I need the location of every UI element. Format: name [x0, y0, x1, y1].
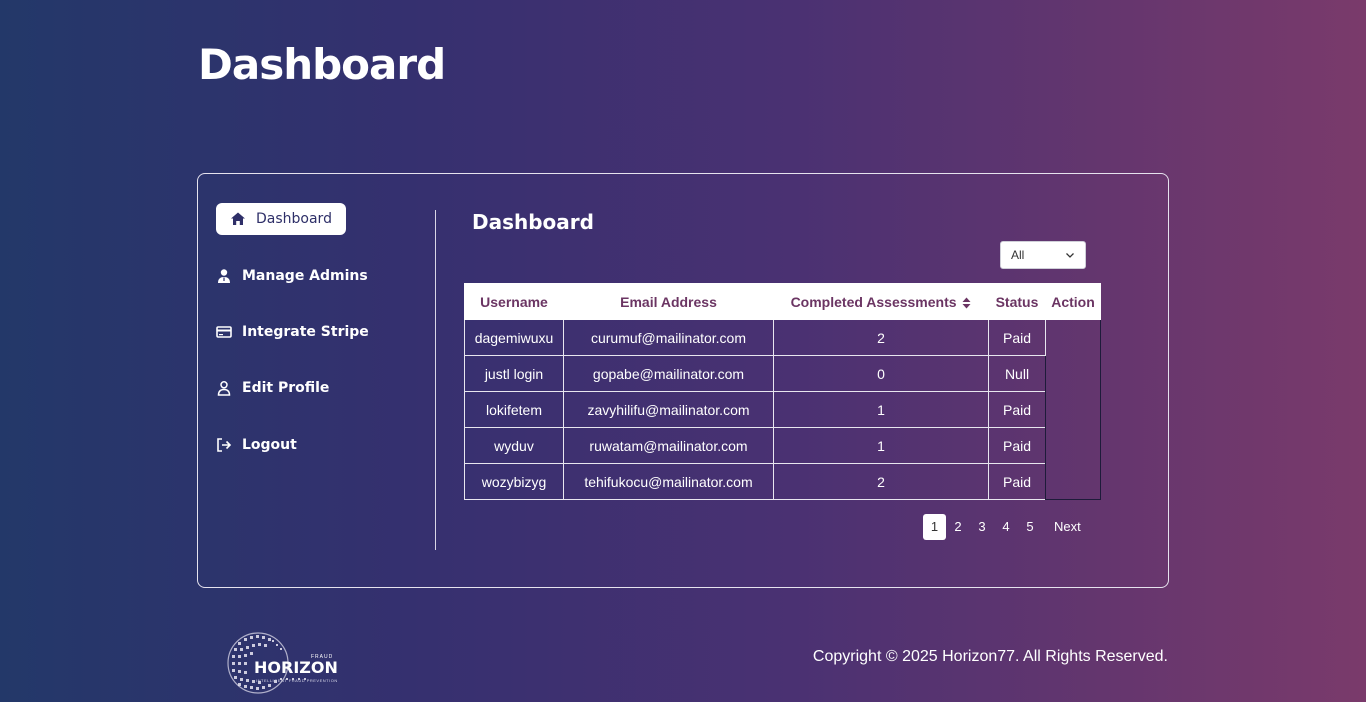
user-icon — [218, 269, 230, 283]
page-button-5[interactable]: 5 — [1018, 514, 1042, 540]
column-header-completed-assessments[interactable]: Completed Assessments — [773, 283, 989, 320]
column-header-email[interactable]: Email Address — [563, 283, 774, 320]
cell-email: tehifukocu@mailinator.com — [563, 463, 774, 500]
cell-username: dagemiwuxu — [464, 319, 564, 356]
logo-tagline: INTELLIGENT FRAUD PREVENTION — [256, 678, 338, 683]
users-table: Username Email Address Completed Assessm… — [464, 283, 1101, 500]
sidebar-item-label: Edit Profile — [242, 380, 330, 396]
action-column-cell — [1045, 319, 1101, 500]
sidebar-divider — [435, 210, 436, 550]
cell-completed: 0 — [773, 355, 989, 392]
sidebar-item-label: Integrate Stripe — [242, 324, 369, 340]
column-header-status[interactable]: Status — [988, 283, 1046, 320]
cell-email: zavyhilifu@mailinator.com — [563, 391, 774, 428]
cell-username: wozybizyg — [464, 463, 564, 500]
cell-status: Paid — [988, 427, 1046, 464]
cell-email: gopabe@mailinator.com — [563, 355, 774, 392]
user-outline-icon — [217, 381, 231, 396]
page-title: Dashboard — [198, 40, 446, 89]
cell-email: curumuf@mailinator.com — [563, 319, 774, 356]
home-icon — [231, 212, 245, 225]
page-button-3[interactable]: 3 — [970, 514, 994, 540]
column-header-username[interactable]: Username — [464, 283, 564, 320]
sidebar-item-dashboard[interactable]: Dashboard — [216, 203, 346, 235]
page-button-4[interactable]: 4 — [994, 514, 1018, 540]
dashboard-panel: Dashboard Manage Admins Integrate Stripe… — [197, 173, 1169, 588]
sidebar-item-integrate-stripe[interactable]: Integrate Stripe — [216, 324, 369, 340]
cell-status: Paid — [988, 391, 1046, 428]
sidebar-item-label: Dashboard — [256, 211, 332, 227]
cell-username: justl login — [464, 355, 564, 392]
sidebar-item-manage-admins[interactable]: Manage Admins — [216, 268, 368, 284]
table-header-row: Username Email Address Completed Assessm… — [464, 283, 1101, 320]
table-row: dagemiwuxu curumuf@mailinator.com 2 Paid — [464, 319, 1101, 500]
page-button-1[interactable]: 1 — [923, 514, 946, 540]
page-button-2[interactable]: 2 — [946, 514, 970, 540]
sidebar-item-label: Logout — [242, 437, 297, 453]
cell-status: Null — [988, 355, 1046, 392]
copyright-text: Copyright © 2025 Horizon77. All Rights R… — [812, 648, 1168, 665]
cell-completed: 1 — [773, 427, 989, 464]
cell-email: ruwatam@mailinator.com — [563, 427, 774, 464]
content-title: Dashboard — [472, 210, 594, 234]
sidebar-item-logout[interactable]: Logout — [216, 437, 297, 453]
filter-selected-value: All — [1011, 248, 1025, 262]
table-row: justl login gopabe@mailinator.com 0 Null — [464, 355, 1101, 392]
sidebar-item-edit-profile[interactable]: Edit Profile — [216, 380, 329, 396]
table-row: wyduv ruwatam@mailinator.com 1 Paid — [464, 427, 1101, 464]
logout-icon — [217, 438, 232, 452]
cell-completed: 1 — [773, 391, 989, 428]
cell-status: Paid — [988, 319, 1046, 356]
cell-username: lokifetem — [464, 391, 564, 428]
column-header-label: Completed Assessments — [790, 293, 957, 310]
table-row: wozybizyg tehifukocu@mailinator.com 2 Pa… — [464, 463, 1101, 500]
cell-username: wyduv — [464, 427, 564, 464]
status-filter-select[interactable]: All — [1000, 241, 1086, 269]
pagination: 1 2 3 4 5 Next — [923, 514, 1085, 540]
cell-status: Paid — [988, 463, 1046, 500]
cell-completed: 2 — [773, 319, 989, 356]
column-header-action: Action — [1045, 283, 1101, 320]
next-page-button[interactable]: Next — [1050, 514, 1085, 540]
table-row: lokifetem zavyhilifu@mailinator.com 1 Pa… — [464, 391, 1101, 428]
logo-wordmark: HORIZON — [254, 658, 338, 677]
sidebar-item-label: Manage Admins — [242, 268, 368, 284]
credit-card-icon — [216, 326, 232, 338]
cell-completed: 2 — [773, 463, 989, 500]
chevron-down-icon — [1066, 253, 1074, 258]
sort-icon[interactable] — [962, 297, 971, 309]
